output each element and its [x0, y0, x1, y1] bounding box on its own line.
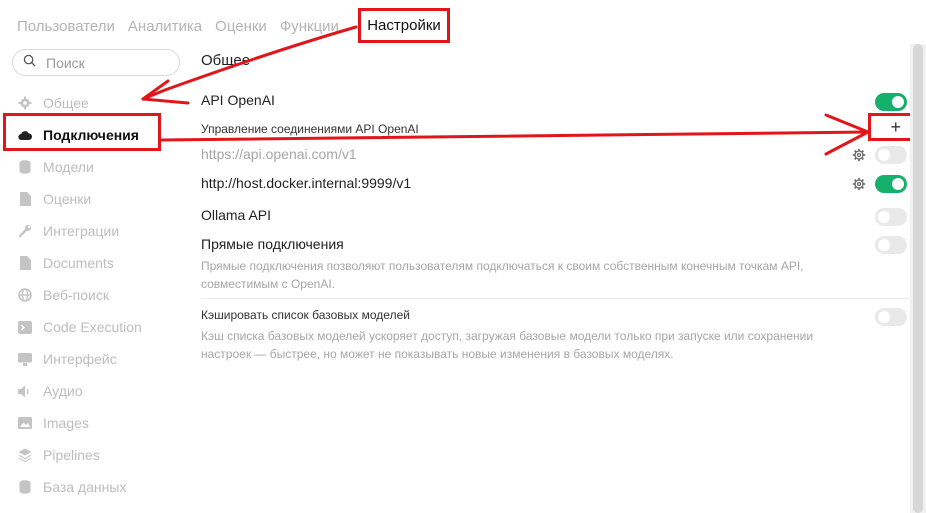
connection-toggle[interactable] — [875, 175, 907, 193]
direct-connections-label: Прямые подключения — [201, 236, 344, 252]
direct-connections-description: Прямые подключения позволяют пользовател… — [201, 259, 804, 291]
sidebar-item-label: Code Execution — [43, 319, 142, 335]
cache-models-label: Кэшировать список базовых моделей — [201, 308, 410, 322]
sidebar-item-label: База данных — [43, 479, 127, 495]
divider — [201, 298, 909, 299]
search-icon — [23, 54, 36, 72]
sidebar-item-label: Веб-поиск — [43, 287, 109, 303]
openai-label: API OpenAI — [201, 92, 275, 108]
scrollbar[interactable] — [910, 44, 926, 513]
ollama-toggle[interactable] — [875, 208, 907, 226]
sidebar-item-integrations[interactable]: Интеграции — [18, 215, 142, 247]
openai-manage-row: Управление соединениями API OpenAI + — [201, 118, 909, 138]
sidebar-item-database[interactable]: База данных — [18, 471, 142, 503]
tab-evaluations[interactable]: Оценки — [215, 16, 267, 38]
sidebar-item-interface[interactable]: Интерфейс — [18, 343, 142, 375]
tab-settings-highlight: Настройки — [358, 8, 450, 43]
sidebar-item-evaluations[interactable]: Оценки — [18, 183, 142, 215]
ollama-row: Ollama API — [201, 207, 909, 226]
sidebar-item-label: Интеграции — [43, 223, 120, 239]
sidebar-active-highlight — [3, 113, 161, 151]
connection-row: http://host.docker.internal:9999/v1 — [201, 175, 909, 193]
connection-row: https://api.openai.com/v1 — [201, 146, 909, 164]
cache-models-toggle[interactable] — [875, 308, 907, 326]
sidebar-item-label: Интерфейс — [43, 351, 117, 367]
globe-icon — [18, 288, 32, 302]
sidebar-item-pipelines[interactable]: Pipelines — [18, 439, 142, 471]
gear-icon — [18, 96, 32, 110]
sidebar-item-web-search[interactable]: Веб-поиск — [18, 279, 142, 311]
tab-functions[interactable]: Функции — [280, 16, 339, 38]
document-icon — [18, 256, 32, 270]
document-icon — [18, 192, 32, 206]
sidebar-item-audio[interactable]: Аудио — [18, 375, 142, 407]
database-icon — [18, 480, 32, 494]
wrench-icon — [18, 224, 32, 238]
sidebar-item-label: Pipelines — [43, 447, 100, 463]
sidebar-item-models[interactable]: Модели — [18, 151, 142, 183]
database-icon — [18, 160, 32, 174]
connection-url: https://api.openai.com/v1 — [201, 146, 357, 162]
direct-connections-toggle[interactable] — [875, 236, 907, 254]
sidebar-item-label: Модели — [43, 159, 94, 175]
cache-models-description: Кэш списка базовых моделей ускоряет дост… — [201, 329, 814, 361]
image-icon — [18, 416, 32, 430]
openai-row: API OpenAI — [201, 92, 909, 111]
annotation-arrowhead — [141, 79, 190, 105]
search-input[interactable] — [44, 53, 168, 72]
connection-url: http://host.docker.internal:9999/v1 — [201, 175, 412, 191]
tab-settings[interactable]: Настройки — [367, 15, 441, 37]
sidebar-item-label: Аудио — [43, 383, 83, 399]
sidebar-item-documents[interactable]: Documents — [18, 247, 142, 279]
search-box[interactable] — [12, 49, 180, 76]
sidebar-item-label: Images — [43, 415, 89, 431]
openai-manage-label: Управление соединениями API OpenAI — [201, 122, 419, 136]
sidebar-item-label: Documents — [43, 255, 114, 271]
tab-analytics[interactable]: Аналитика — [128, 16, 202, 38]
ollama-label: Ollama API — [201, 207, 272, 223]
gear-icon[interactable] — [852, 148, 866, 162]
sidebar-item-label: Общее — [43, 95, 89, 111]
direct-connections-row: Прямые подключения Прямые подключения по… — [201, 236, 909, 293]
connection-toggle[interactable] — [875, 146, 907, 164]
scrollbar-thumb[interactable] — [913, 44, 923, 513]
tab-users[interactable]: Пользователи — [17, 16, 115, 38]
sidebar-item-code-execution[interactable]: Code Execution — [18, 311, 142, 343]
monitor-icon — [18, 352, 32, 366]
add-connection-highlight — [868, 113, 914, 141]
sidebar-item-label: Оценки — [43, 191, 92, 207]
speaker-icon — [18, 384, 32, 398]
terminal-icon — [18, 320, 32, 334]
section-title: Общее — [201, 52, 251, 69]
cache-models-row: Кэшировать список базовых моделей Кэш сп… — [201, 308, 909, 363]
top-tabs: Пользователи Аналитика Оценки Функции — [17, 16, 352, 38]
sidebar-item-images[interactable]: Images — [18, 407, 142, 439]
main-panel: Общее API OpenAI Управление соединениями… — [201, 50, 911, 361]
gear-icon[interactable] — [852, 177, 866, 191]
layers-icon — [18, 448, 32, 462]
openai-toggle[interactable] — [875, 93, 907, 111]
